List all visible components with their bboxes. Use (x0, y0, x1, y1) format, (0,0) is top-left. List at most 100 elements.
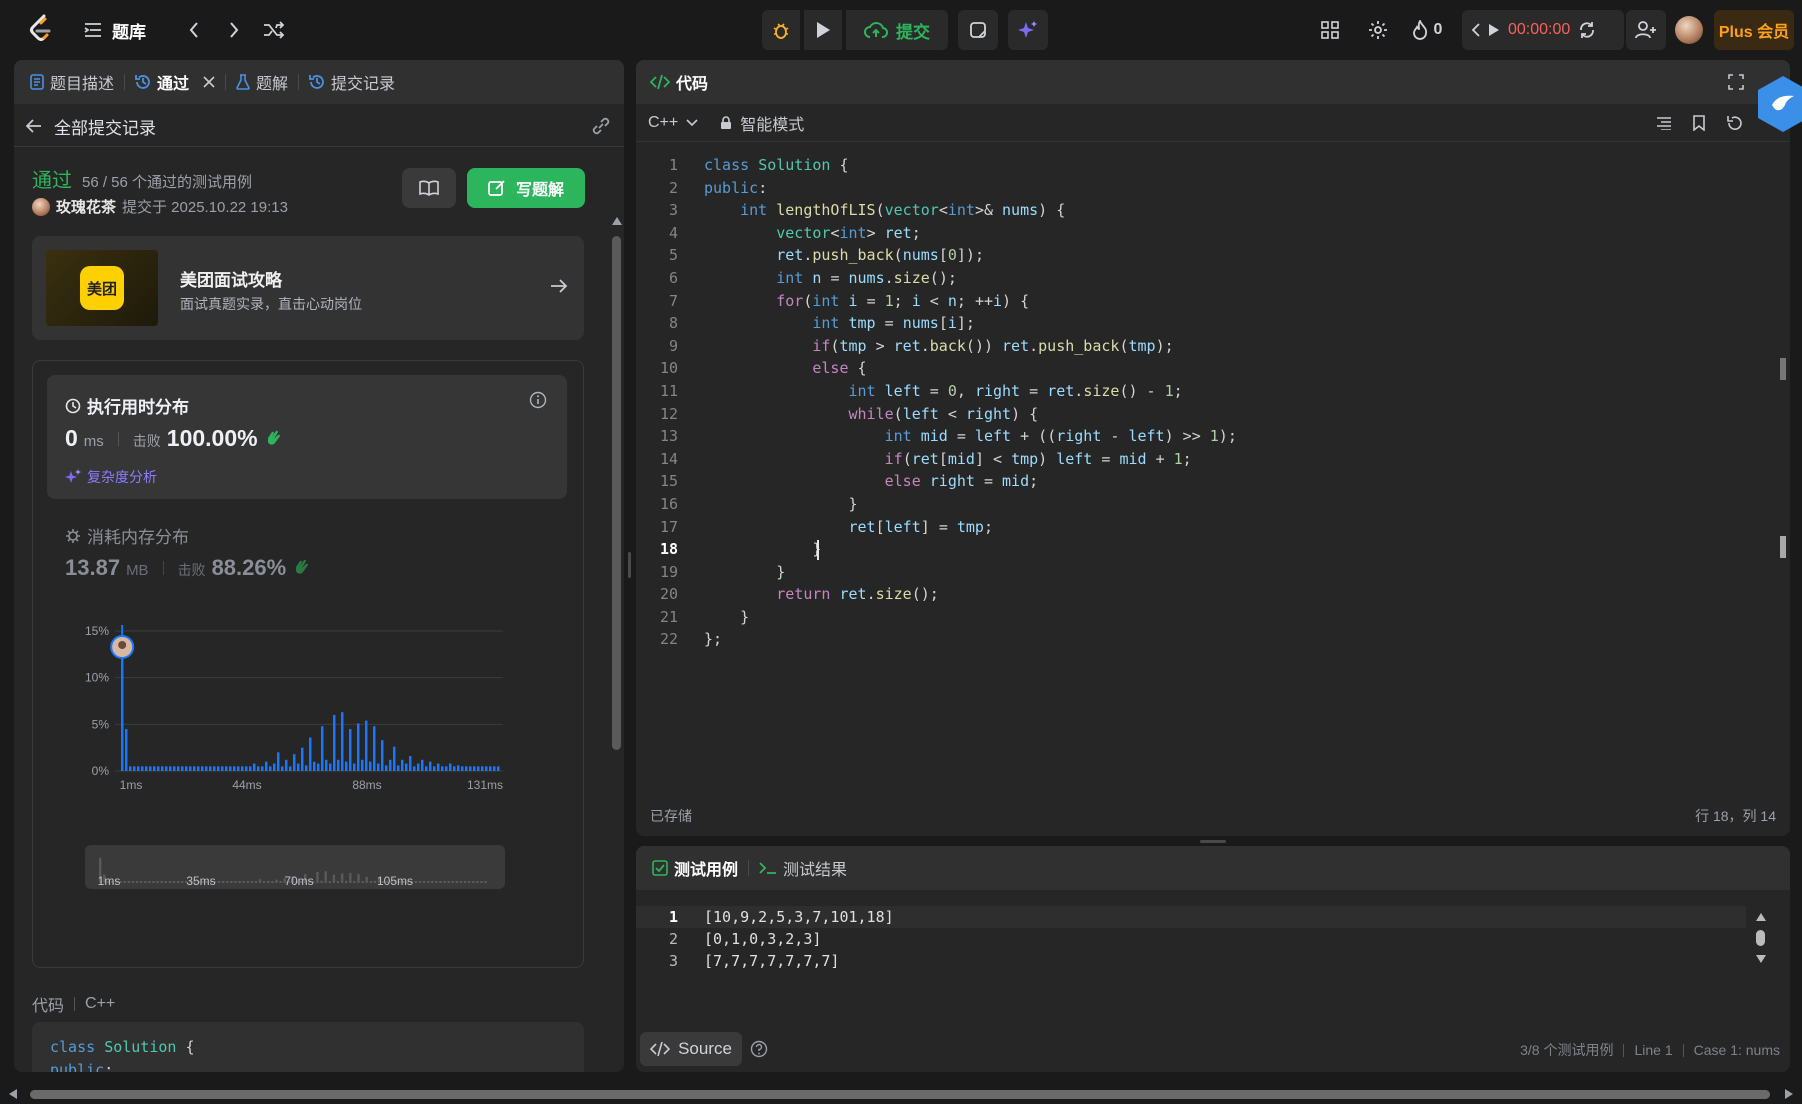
next-problem-button[interactable] (214, 14, 254, 46)
code-preview-line: class Solution { (50, 1038, 195, 1056)
x-tick-label: 131ms (467, 778, 503, 792)
flask-icon (236, 74, 250, 90)
navigator-bar (135, 881, 139, 883)
chart-bar (129, 766, 132, 771)
user-name[interactable]: 玫瑰花茶 (56, 196, 116, 217)
runtime-distribution-chart[interactable]: 15% 10% 5% 0% 1ms 44ms 88ms 131ms (33, 601, 585, 821)
tab-description[interactable]: 题目描述 (30, 70, 114, 94)
scroll-down-icon (1756, 955, 1766, 963)
settings-button[interactable] (1358, 10, 1398, 50)
navigator-bar (271, 881, 274, 883)
chart-bar (285, 759, 288, 771)
chart-range-navigator[interactable]: 1ms 35ms 70ms 105ms (85, 845, 505, 889)
random-problem-button[interactable] (254, 14, 294, 46)
code-line: class Solution { (704, 156, 849, 174)
testcase-scrollbar[interactable] (1754, 912, 1768, 968)
run-button[interactable] (804, 10, 842, 50)
tab-solutions[interactable]: 题解 (236, 70, 288, 94)
shuffle-icon (264, 21, 285, 39)
plus-membership-button[interactable]: Plus 会员 (1714, 10, 1794, 50)
chart-bar (457, 765, 460, 771)
ai-assistant-button[interactable] (1008, 10, 1048, 50)
page-horizontal-scrollbar[interactable] (0, 1084, 1802, 1104)
reset-icon[interactable] (1578, 21, 1596, 39)
play-icon[interactable] (1488, 23, 1500, 37)
left-scrollbar[interactable] (608, 146, 624, 1072)
user-avatar[interactable] (1675, 16, 1703, 44)
chart-bar (325, 759, 328, 771)
chart-bar (405, 763, 408, 771)
close-icon[interactable] (203, 76, 215, 88)
chart-bar (425, 766, 428, 771)
complexity-analysis-link[interactable]: 复杂度分析 (65, 467, 157, 487)
link-icon[interactable] (590, 116, 612, 136)
smart-mode-toggle[interactable]: 智能模式 (720, 111, 804, 135)
promo-card[interactable]: 美团 美团面试攻略 面试真题实录，直击心动岗位 (32, 236, 584, 340)
chart-bar (221, 766, 224, 771)
scroll-thumb[interactable] (1756, 930, 1765, 946)
notes-button[interactable] (958, 10, 998, 50)
code-lang: C++ (85, 995, 116, 1012)
line-number: 19 (659, 562, 678, 581)
streak-counter[interactable]: 0 (1402, 10, 1452, 50)
chevron-left-icon (189, 22, 198, 38)
leetcode-logo[interactable] (28, 14, 54, 44)
memory-stats: 13.87 MB 击败 88.26% (65, 555, 310, 581)
navigator-bar (242, 881, 245, 883)
chevron-left-icon[interactable] (1472, 23, 1480, 37)
write-solution-button[interactable]: 写题解 (467, 168, 585, 208)
tab-accepted[interactable]: 通过 (135, 70, 215, 94)
chart-bar (317, 763, 320, 771)
gear-icon (1369, 21, 1387, 39)
back-to-submissions[interactable]: 全部提交记录 (26, 112, 156, 140)
format-icon[interactable] (1656, 116, 1672, 130)
footer-case: Case 1: nums (1693, 1042, 1780, 1058)
tab-testcases[interactable]: 测试用例 (652, 856, 738, 880)
chart-bar (337, 759, 340, 771)
help-icon[interactable] (750, 1040, 768, 1058)
navigator-bar (418, 881, 422, 883)
chart-bar (133, 766, 136, 771)
scroll-thumb[interactable] (30, 1090, 1770, 1099)
tab-submissions[interactable]: 提交记录 (309, 70, 395, 94)
chart-bar (493, 766, 496, 771)
undo-icon[interactable] (1726, 115, 1742, 131)
chart-bar (369, 761, 372, 771)
invite-button[interactable] (1626, 10, 1666, 50)
horizontal-resize-handle[interactable] (1200, 840, 1226, 843)
chart-bar (305, 765, 308, 771)
chart-bar (141, 766, 144, 771)
maximize-icon[interactable] (1728, 74, 1744, 90)
line-number: 11 (659, 381, 678, 400)
code-editor[interactable]: 1 2 3 4 5 6 7 8 9 10 11 12 13 14 15 16 17 18 19 20 21 22 clas… (636, 154, 1790, 754)
bookmark-icon[interactable] (1692, 115, 1706, 131)
runtime-card[interactable]: 执行用时分布 0 ms 击败 100.00% 复杂度分析 (47, 375, 567, 499)
layout-button[interactable] (1310, 10, 1350, 50)
navigator-bar (254, 881, 258, 883)
memory-section[interactable]: 消耗内存分布 13.87 MB 击败 88.26% (47, 511, 567, 601)
info-icon[interactable] (529, 391, 547, 409)
submit-button[interactable]: 提交 (846, 10, 948, 50)
lock-icon (721, 115, 732, 129)
line-number: 12 (659, 404, 678, 423)
code-lines[interactable]: class Solution {public: int lengthOfLIS(… (704, 154, 1237, 651)
source-button[interactable]: Source (640, 1032, 742, 1066)
prev-problem-button[interactable] (174, 14, 214, 46)
navigator-tick-label: 70ms (284, 874, 313, 888)
testcase-editor[interactable]: 1 [10,9,2,5,3,7,101,18] 2 [0,1,0,3,2,3] 3 [7,… (636, 906, 1762, 978)
chart-bar (429, 761, 432, 771)
bookmark-button[interactable] (402, 168, 456, 208)
code-line: public: (704, 178, 768, 197)
tab-results[interactable]: 测试结果 (759, 856, 847, 880)
navigator-bar (369, 881, 372, 883)
scroll-thumb[interactable] (612, 236, 621, 750)
vertical-resize-handle[interactable] (628, 552, 631, 578)
bird-icon (1772, 95, 1794, 111)
problem-list-button[interactable]: 题库 (84, 18, 174, 43)
tab-code[interactable]: 代码 (650, 70, 708, 94)
memory-unit: MB (126, 562, 149, 579)
debug-button[interactable] (762, 10, 800, 50)
editor-toolbar: C++ 智能模式 (636, 104, 1790, 142)
language-select[interactable]: C++ (648, 114, 698, 132)
chart-bar (329, 763, 332, 771)
